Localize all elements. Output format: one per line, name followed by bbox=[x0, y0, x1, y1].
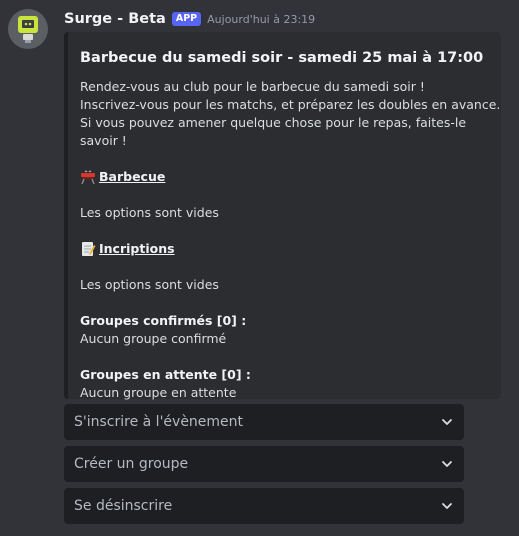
description-line: Si vous pouvez amener quelque chose pour… bbox=[80, 115, 467, 148]
select-create-group[interactable]: Créer un groupe bbox=[64, 446, 464, 482]
section-title-text: Incriptions bbox=[99, 241, 175, 256]
select-label: Se désinscrire bbox=[74, 498, 173, 514]
bot-avatar-icon bbox=[18, 16, 38, 43]
app-badge: APP bbox=[171, 12, 202, 26]
message-header: Surge - Beta APP Aujourd'hui à 23:19 bbox=[64, 10, 315, 28]
chevron-down-icon bbox=[442, 461, 452, 467]
chevron-down-icon bbox=[442, 503, 452, 509]
section-barbecue-value: Les options sont vides bbox=[80, 205, 219, 220]
confirmed-groups-value: Aucun groupe confirmé bbox=[80, 331, 227, 346]
confirmed-groups-title: Groupes confirmés [0] : bbox=[80, 313, 247, 328]
embed-title: Barbecue du samedi soir - samedi 25 mai … bbox=[80, 50, 484, 66]
embed-description: Rendez-vous au club pour le barbecue du … bbox=[80, 78, 501, 150]
section-inscriptions-value: Les options sont vides bbox=[80, 277, 219, 292]
select-label: S'inscrire à l'évènement bbox=[74, 414, 244, 430]
section-title-text: Barbecue bbox=[99, 169, 166, 184]
pending-groups-title: Groupes en attente [0] : bbox=[80, 367, 251, 382]
bot-name[interactable]: Surge - Beta bbox=[64, 11, 166, 27]
chevron-down-icon bbox=[442, 419, 452, 425]
memo-icon bbox=[82, 242, 96, 256]
select-register-event[interactable]: S'inscrire à l'évènement bbox=[64, 404, 464, 440]
section-inscriptions-title: Incriptions bbox=[80, 240, 501, 258]
description-line: Inscrivez-vous pour les matchs, et prépa… bbox=[80, 97, 501, 112]
pending-groups-value: Aucun groupe en attente bbox=[80, 385, 237, 400]
select-label: Créer un groupe bbox=[74, 456, 189, 472]
grill-icon bbox=[81, 170, 95, 185]
description-line: Rendez-vous au club pour le barbecue du … bbox=[80, 79, 425, 94]
section-barbecue-title: Barbecue bbox=[80, 168, 501, 186]
avatar[interactable] bbox=[8, 9, 48, 49]
select-unregister[interactable]: Se désinscrire bbox=[64, 488, 464, 524]
timestamp: Aujourd'hui à 23:19 bbox=[207, 12, 316, 26]
event-embed: Barbecue du samedi soir - samedi 25 mai … bbox=[64, 32, 501, 400]
